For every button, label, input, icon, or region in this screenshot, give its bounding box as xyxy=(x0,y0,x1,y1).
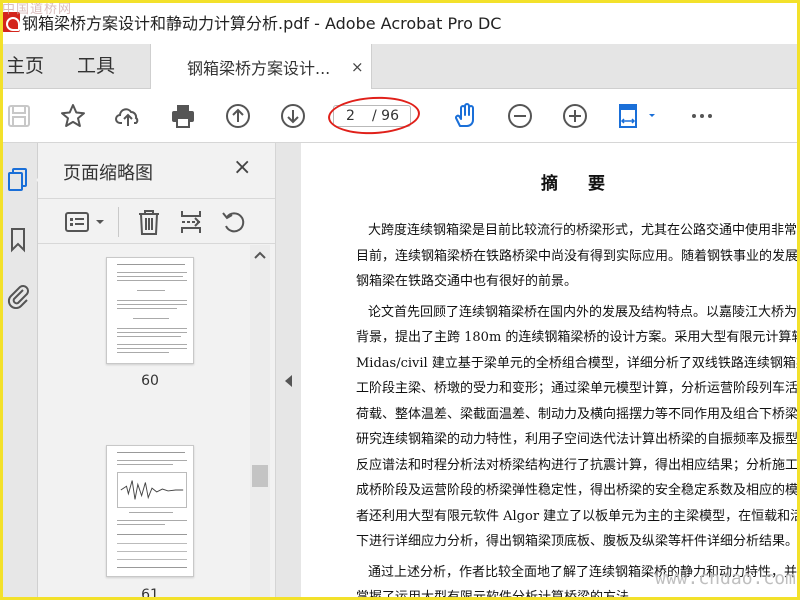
document-page: 摘要 大跨度连续钢箱梁是目前比较流行的桥梁形式，尤其在公路交通中使用非常广泛 目… xyxy=(301,143,800,600)
doc-line: 下进行详细应力分析，得出钢箱梁顶底板、腹板及纵梁等杆件详细分析结果。 xyxy=(356,534,799,549)
close-panel-icon[interactable]: × xyxy=(233,155,251,180)
doc-line: 工阶段主梁、桥墩的受力和变形；通过梁单元模型计算，分析运营阶段列车活载、 xyxy=(356,381,800,396)
attachment-icon[interactable] xyxy=(4,281,32,309)
left-nav-rail xyxy=(0,143,38,600)
doc-line: 荷载、整体温差、梁截面温差、制动力及横向摇摆力等不同作用及组合下桥梁的响应 xyxy=(356,406,800,422)
tab-bar: 主页 工具 钢箱梁桥方案设计... × xyxy=(0,44,800,89)
doc-line: 成桥阶段及运营阶段的桥梁弹性稳定性，得出桥梁的安全稳定系数及相应的模态； xyxy=(356,483,800,498)
page-thumbnail-60[interactable] xyxy=(106,257,194,364)
table-figure xyxy=(117,534,187,568)
scroll-up-icon[interactable] xyxy=(254,251,266,259)
page-thumbnails-icon[interactable] xyxy=(4,165,32,193)
doc-line: 目前，连续钢箱梁桥在铁路桥梁中尚没有得到实际应用。随着钢铁事业的发展，连 xyxy=(356,248,800,264)
bookmark-icon[interactable] xyxy=(4,225,32,253)
doc-line: 者还利用大型有限元软件 Algor 建立了以板单元为主的主梁模型，在恒载和活载作 xyxy=(356,508,800,524)
save-icon[interactable] xyxy=(3,100,35,132)
thumbnails-list[interactable]: 60 61 xyxy=(38,245,250,600)
thumbnail-page-number: 60 xyxy=(141,373,159,389)
tab-home[interactable]: 主页 xyxy=(6,44,44,88)
prev-page-icon[interactable] xyxy=(222,100,254,132)
doc-line: 背景，提出了主跨 180m 的连续钢箱梁桥的设计方案。采用大型有限元计算软 xyxy=(356,330,800,345)
doc-line: 反应谱法和时程分析法对桥梁结构进行了抗震计算，得出相应结果；分析施工阶段 xyxy=(356,457,800,473)
thumbnail-scrollbar[interactable] xyxy=(250,245,270,600)
hand-tool-icon[interactable] xyxy=(449,100,481,132)
doc-line: 论文首先回顾了连续钢箱梁桥在国内外的发展及结构特点。以嘉陵江大桥为工 xyxy=(368,304,800,320)
options-menu-icon[interactable] xyxy=(64,211,108,233)
upload-icon[interactable] xyxy=(112,100,144,132)
tab-document[interactable]: 钢箱梁桥方案设计... × xyxy=(150,44,372,89)
panel-toolbar xyxy=(38,198,275,244)
thumbnail-page-number: 61 xyxy=(141,587,159,600)
thumbnail-panel: 页面缩略图 × 60 61 xyxy=(38,143,275,600)
tab-document-label: 钢箱梁桥方案设计... xyxy=(187,58,331,78)
fit-page-icon[interactable] xyxy=(613,100,661,132)
collapse-arrow-icon[interactable] xyxy=(285,375,293,387)
next-page-icon[interactable] xyxy=(277,100,309,132)
tab-tools[interactable]: 工具 xyxy=(77,44,115,88)
more-icon[interactable] xyxy=(686,100,718,132)
doc-line: 研究连续钢箱梁的动力特性，利用子空间迭代法计算出桥梁的自振频率及振型；通 xyxy=(356,432,800,447)
panel-collapse-strip[interactable] xyxy=(275,143,301,600)
scrollbar-thumb[interactable] xyxy=(252,465,268,487)
print-icon[interactable] xyxy=(167,100,199,132)
doc-heading: 摘要 xyxy=(541,174,635,194)
window-title: 钢箱梁桥方案设计和静动力计算分析.pdf - Adobe Acrobat Pro… xyxy=(22,14,502,33)
total-pages: / 96 xyxy=(372,108,399,124)
toolbar-divider xyxy=(118,207,119,237)
doc-line: Midas/civil 建立基于梁单元的全桥组合模型，详细分析了双线铁路连续钢箱… xyxy=(356,355,800,371)
star-icon[interactable] xyxy=(57,100,89,132)
site-watermark: www.cndao.com xyxy=(655,568,796,589)
zoom-in-icon[interactable] xyxy=(559,100,591,132)
rotate-page-icon[interactable] xyxy=(220,208,248,236)
delete-page-icon[interactable] xyxy=(136,208,162,236)
doc-body: 大跨度连续钢箱梁是目前比较流行的桥梁形式，尤其在公路交通中使用非常广泛 目前，连… xyxy=(356,218,800,600)
doc-line: 大跨度连续钢箱梁是目前比较流行的桥梁形式，尤其在公路交通中使用非常广泛 xyxy=(368,223,800,238)
current-page: 2 xyxy=(346,108,355,124)
page-thumbnail-61[interactable] xyxy=(106,445,194,577)
close-tab-icon[interactable]: × xyxy=(351,58,364,76)
title-bar: 钢箱梁桥方案设计和静动力计算分析.pdf - Adobe Acrobat Pro… xyxy=(0,0,800,44)
doc-line: 钢箱梁在铁路交通中也有很好的前景。 xyxy=(356,274,578,289)
zoom-out-icon[interactable] xyxy=(504,100,536,132)
page-number-input[interactable]: 2 / 96 xyxy=(333,105,411,127)
panel-title: 页面缩略图 xyxy=(63,163,153,184)
corner-watermark: 中国道桥网 xyxy=(2,2,73,17)
chart-figure xyxy=(117,472,187,508)
extract-pages-icon[interactable] xyxy=(178,208,204,236)
